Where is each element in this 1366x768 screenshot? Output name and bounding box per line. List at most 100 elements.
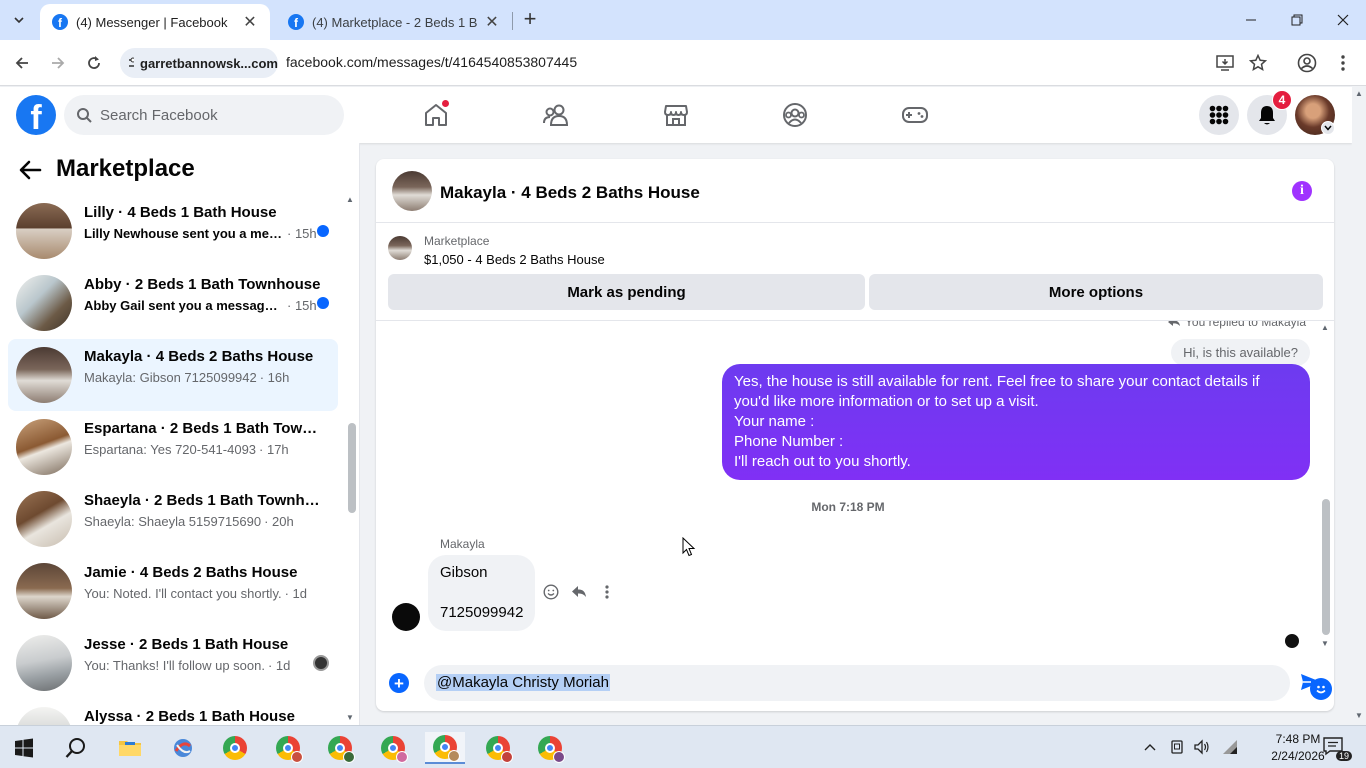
nav-home[interactable] xyxy=(420,99,452,131)
conversation-item-selected[interactable]: Makayla · 4 Beds 2 Baths House Makayla: … xyxy=(8,339,338,411)
chrome-profile-taskbar-button-active[interactable] xyxy=(425,732,465,764)
scroll-down-arrow-icon[interactable]: ▼ xyxy=(1321,639,1329,648)
more-actions-button[interactable] xyxy=(598,583,616,601)
marketplace-title: Marketplace xyxy=(56,155,195,182)
taskbar-clock[interactable]: 7:48 PM 2/24/2026 xyxy=(1268,731,1328,765)
thread-scrollbar[interactable]: ▲ ▼ xyxy=(1320,321,1332,653)
listing-thumbnail xyxy=(16,275,72,331)
arrow-left-icon xyxy=(19,160,42,180)
install-app-button[interactable] xyxy=(1214,52,1236,74)
marketplace-header: Marketplace xyxy=(0,143,359,195)
close-tab-icon[interactable]: ✕ xyxy=(242,12,258,32)
bookmark-button[interactable] xyxy=(1247,52,1269,74)
chrome-profile-button[interactable] xyxy=(1296,52,1318,74)
restore-button[interactable] xyxy=(1274,6,1320,34)
account-menu-chevron[interactable] xyxy=(1321,121,1335,135)
nav-gaming[interactable] xyxy=(899,99,931,131)
quoted-message-bubble[interactable]: Hi, is this available? xyxy=(1171,339,1310,366)
close-tab-icon[interactable]: ✕ xyxy=(484,12,500,32)
start-button[interactable] xyxy=(4,732,44,764)
show-hidden-icons-button[interactable] xyxy=(1142,736,1158,758)
incoming-line-phone: 7125099942 xyxy=(440,604,524,621)
page-scrollbar[interactable]: ▲ ▼ xyxy=(1352,87,1366,725)
network-device-button[interactable] xyxy=(1168,736,1186,758)
facebook-search[interactable] xyxy=(64,95,344,135)
tab-search-button[interactable] xyxy=(6,8,32,32)
taskbar-app-button[interactable] xyxy=(163,732,203,764)
close-icon xyxy=(1337,14,1349,26)
plus-icon[interactable]: + xyxy=(389,673,409,693)
tab-marketplace[interactable]: f (4) Marketplace - 2 Beds 1 Bath ✕ xyxy=(276,4,512,40)
scrollbar-thumb[interactable] xyxy=(1322,499,1330,635)
scroll-up-arrow-icon[interactable]: ▲ xyxy=(1321,323,1329,332)
preview-time: · 17h xyxy=(259,442,289,457)
conversation-item[interactable]: Jamie · 4 Beds 2 Baths House You: Noted.… xyxy=(8,555,338,627)
back-button[interactable] xyxy=(10,51,34,75)
more-vertical-icon xyxy=(605,585,609,599)
nav-friends[interactable] xyxy=(540,99,572,131)
browser-menu-button[interactable] xyxy=(1332,52,1354,74)
listing-thumbnail[interactable] xyxy=(388,236,412,260)
chat-avatar[interactable] xyxy=(392,171,432,211)
conversation-item[interactable]: Abby · 2 Beds 1 Bath Townhouse Abby Gail… xyxy=(8,267,338,339)
reload-button[interactable] xyxy=(82,51,106,75)
chrome-profile-taskbar-button[interactable] xyxy=(478,732,518,764)
chrome-profile-taskbar-button[interactable] xyxy=(530,732,570,764)
info-icon[interactable]: i xyxy=(1292,181,1312,201)
taskbar-search-button[interactable] xyxy=(56,732,96,764)
conversation-item[interactable]: Jesse · 2 Beds 1 Bath House You: Thanks!… xyxy=(8,627,338,699)
scroll-down-arrow-icon[interactable]: ▼ xyxy=(346,713,354,722)
outgoing-message-bubble[interactable]: Yes, the house is still available for re… xyxy=(722,364,1310,480)
reply-button[interactable] xyxy=(570,583,588,601)
send-icon[interactable] xyxy=(1300,672,1324,694)
scrollbar-thumb[interactable] xyxy=(348,423,356,513)
search-input[interactable] xyxy=(100,106,300,124)
site-info-chip[interactable]: garretbannowsk...com xyxy=(120,48,278,78)
more-options-button[interactable]: More options xyxy=(869,274,1323,310)
menu-button[interactable] xyxy=(1199,95,1239,135)
mark-as-pending-button[interactable]: Mark as pending xyxy=(388,274,865,310)
nav-marketplace[interactable] xyxy=(660,99,692,131)
minimize-button[interactable] xyxy=(1228,6,1274,34)
facebook-logo[interactable]: f xyxy=(16,95,56,135)
forward-button[interactable] xyxy=(46,51,70,75)
conversation-item[interactable]: Espartana · 2 Beds 1 Bath Townh... Espar… xyxy=(8,411,338,483)
device-icon xyxy=(1171,740,1183,754)
conversation-title: Shaeyla · 2 Beds 1 Bath Townhou... xyxy=(84,492,324,509)
volume-button[interactable] xyxy=(1192,736,1212,758)
chat-title[interactable]: Makayla · 4 Beds 2 Baths House xyxy=(440,183,700,203)
account-circle-icon xyxy=(1297,53,1317,73)
unread-indicator xyxy=(317,225,329,237)
tab-messenger[interactable]: f (4) Messenger | Facebook ✕ xyxy=(40,4,270,40)
sender-name: Makayla xyxy=(440,537,485,551)
back-arrow-button[interactable] xyxy=(18,159,44,183)
conversation-item[interactable]: Lilly · 4 Beds 1 Bath House Lilly Newhou… xyxy=(8,195,338,267)
scroll-down-arrow-icon[interactable]: ▼ xyxy=(1355,711,1363,720)
listing-thumbnail xyxy=(16,563,72,619)
chrome-profile-taskbar-button[interactable] xyxy=(320,732,360,764)
listing-price[interactable]: $1,050 - 4 Beds 2 Baths House xyxy=(424,252,605,267)
file-explorer-button[interactable] xyxy=(110,732,150,764)
conversation-title: Jesse · 2 Beds 1 Bath House xyxy=(84,636,289,653)
wifi-button[interactable] xyxy=(1220,736,1240,758)
incoming-message-bubble[interactable]: Gibson 7125099942 xyxy=(428,555,536,631)
url-text[interactable]: facebook.com/messages/t/4164540853807445 xyxy=(286,54,577,70)
new-tab-button[interactable]: + xyxy=(518,8,542,32)
paper-plane-icon xyxy=(1301,674,1321,690)
sender-avatar[interactable] xyxy=(392,603,420,631)
react-button[interactable] xyxy=(542,583,560,601)
scroll-up-arrow-icon[interactable]: ▲ xyxy=(346,195,354,204)
chrome-profile-taskbar-button[interactable] xyxy=(373,732,413,764)
marketplace-inbox: Marketplace Lilly · 4 Beds 1 Bath House … xyxy=(0,143,360,725)
message-input[interactable]: @Makayla Christy Moriah xyxy=(424,665,1332,701)
chrome-profile-taskbar-button[interactable] xyxy=(268,732,308,764)
nav-groups[interactable] xyxy=(779,99,811,131)
scroll-up-arrow-icon[interactable]: ▲ xyxy=(1355,89,1363,98)
close-window-button[interactable] xyxy=(1320,6,1366,34)
conversation-item[interactable]: Alyssa · 2 Beds 1 Bath House xyxy=(8,699,338,725)
action-center-button[interactable]: 19 xyxy=(1322,736,1352,761)
message-input-text[interactable]: @Makayla Christy Moriah xyxy=(436,674,610,691)
chrome-taskbar-button[interactable] xyxy=(215,732,255,764)
conversation-item[interactable]: Shaeyla · 2 Beds 1 Bath Townhou... Shaey… xyxy=(8,483,338,555)
conversation-list-scrollbar[interactable]: ▲ ▼ xyxy=(344,195,356,725)
